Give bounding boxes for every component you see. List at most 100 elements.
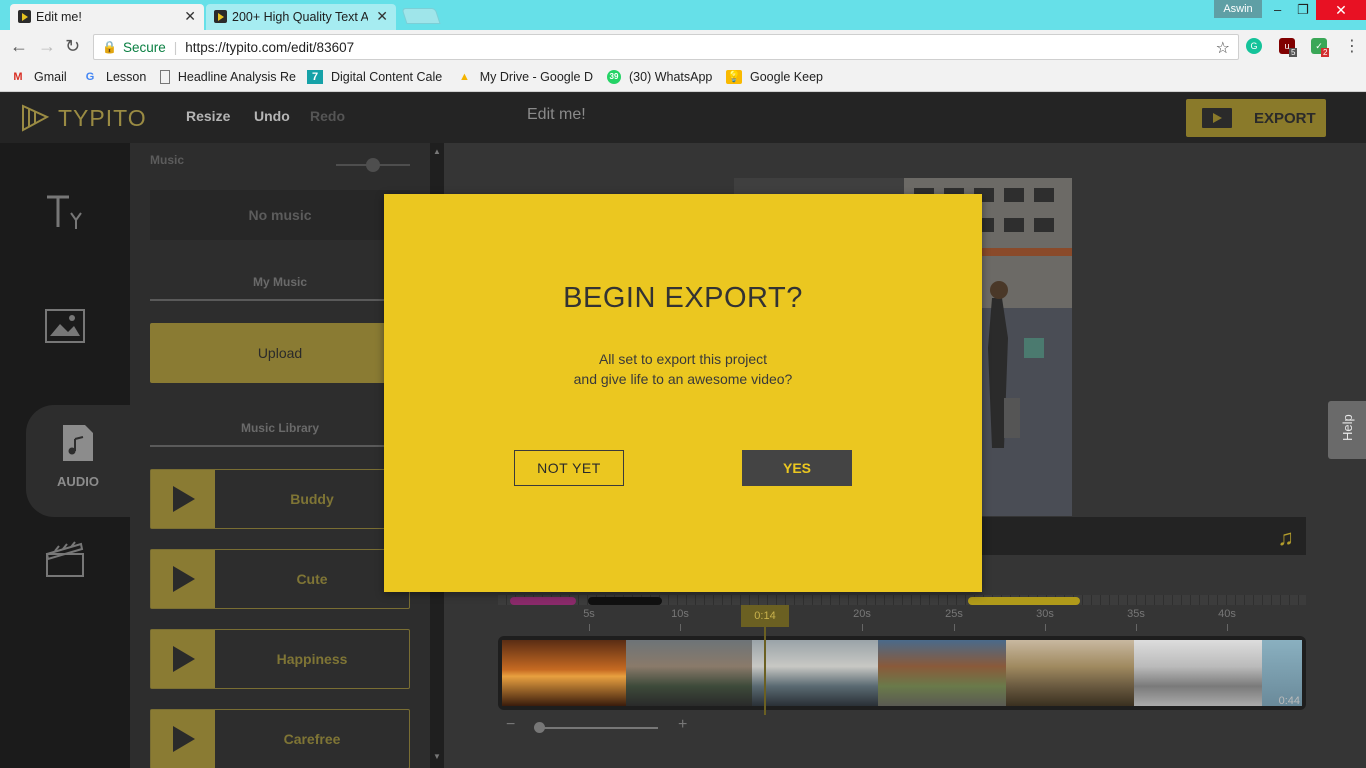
scene-strip[interactable]: 0:44 (498, 636, 1306, 710)
scroll-down-icon[interactable]: ▼ (430, 752, 444, 761)
bookmark-headline[interactable]: Headline Analysis Re (160, 70, 296, 84)
gmail-icon: M (13, 71, 23, 83)
rail-tab-label: AUDIO (57, 474, 99, 489)
bookmark-lesson[interactable]: G Lesson (82, 70, 147, 84)
bookmark-gmail[interactable]: M Gmail (10, 70, 66, 84)
bookmark-keep[interactable]: 💡 Google Keep (726, 70, 823, 84)
yes-button[interactable]: YES (742, 450, 852, 486)
export-dialog: BEGIN EXPORT? All set to export this pro… (384, 194, 982, 592)
minimize-icon[interactable]: – (1274, 2, 1281, 17)
tab-text-animations[interactable]: 200+ High Quality Text A ✕ (206, 4, 396, 30)
play-icon[interactable] (151, 470, 215, 528)
close-tab-icon[interactable]: ✕ (376, 8, 388, 25)
zoom-in-icon[interactable]: + (678, 716, 687, 734)
music-volume-slider[interactable] (336, 158, 410, 172)
scene-thumbnail[interactable] (1134, 640, 1262, 706)
text-segments-bar[interactable] (498, 595, 1306, 605)
typito-logo[interactable]: TYPITO (20, 103, 147, 133)
zoom-out-icon[interactable]: − (506, 716, 515, 734)
scene-thumbnail[interactable] (502, 640, 626, 706)
zoom-slider-track[interactable] (536, 727, 658, 729)
window-close-icon[interactable]: ✕ (1316, 0, 1366, 20)
help-tab[interactable]: Help (1328, 401, 1366, 459)
play-icon[interactable] (151, 630, 215, 688)
rail-tab-audio[interactable]: AUDIO (26, 405, 130, 517)
play-icon[interactable] (151, 710, 215, 768)
secure-label: Secure (122, 39, 166, 55)
music-note-icon[interactable]: ♫ (1278, 525, 1295, 551)
tab-title: Edit me! (36, 10, 82, 24)
rail-tab-image[interactable] (0, 308, 130, 349)
tick-label: 30s (1036, 608, 1054, 620)
google-icon: G (85, 71, 95, 83)
new-tab-button[interactable] (401, 8, 441, 24)
scene-thumbnail[interactable] (752, 640, 878, 706)
scene-thumbnail[interactable] (626, 640, 752, 706)
playhead-time[interactable]: 0:14 (741, 605, 789, 627)
rail-tab-text[interactable] (0, 193, 130, 238)
text-segment[interactable] (968, 597, 1080, 605)
track-carefree[interactable]: Carefree (150, 709, 410, 768)
whatsapp-icon: 39 (607, 70, 621, 84)
project-title[interactable]: Edit me! (527, 106, 586, 124)
bookmark-whatsapp[interactable]: 39 (30) WhatsApp (607, 70, 712, 84)
play-icon[interactable] (151, 550, 215, 608)
zoom-slider-handle[interactable] (534, 722, 545, 733)
url-input[interactable]: 🔒 Secure | https://typito.com/edit/83607… (93, 34, 1239, 60)
text-icon (47, 195, 82, 229)
screen: Edit me! ✕ 200+ High Quality Text A ✕ As… (0, 0, 1366, 768)
bookmark-calendar[interactable]: 7 Digital Content Cale (307, 70, 443, 84)
forward-icon[interactable]: → (38, 36, 56, 57)
close-tab-icon[interactable]: ✕ (184, 8, 196, 25)
tab-edit-me[interactable]: Edit me! ✕ (10, 4, 204, 30)
track-happiness[interactable]: Happiness (150, 629, 410, 689)
tick-label: 20s (853, 608, 871, 620)
address-bar: ← → ↻ 🔒 Secure | https://typito.com/edit… (0, 30, 1366, 64)
text-segment[interactable] (510, 597, 576, 605)
not-yet-button[interactable]: NOT YET (514, 450, 624, 486)
typito-favicon-icon (214, 10, 227, 23)
export-button[interactable]: EXPORT (1186, 99, 1326, 137)
bookmark-star-icon[interactable]: ☆ (1216, 38, 1230, 58)
profile-name[interactable]: Aswin (1214, 0, 1262, 18)
left-rail: AUDIO (0, 143, 130, 768)
rail-tab-scenes[interactable] (0, 538, 130, 583)
reload-icon[interactable]: ↻ (65, 36, 80, 57)
bookmark-drive[interactable]: ▲ My Drive - Google D (457, 70, 593, 84)
music-library-heading: Music Library (150, 421, 410, 447)
bookmark-label: Lesson (106, 70, 147, 84)
audio-track-bar[interactable]: ♫ (982, 517, 1306, 555)
tick-label: 5s (583, 608, 595, 620)
upload-button[interactable]: Upload (150, 323, 410, 383)
track-buddy[interactable]: Buddy (150, 469, 410, 529)
menu-kebab-icon[interactable]: ⋮ (1344, 36, 1360, 56)
tick-mark (954, 624, 955, 631)
extension-badge: 2 (1321, 48, 1330, 57)
dialog-message-line2: and give life to an awesome video? (573, 371, 793, 387)
undo-button[interactable]: Undo (254, 108, 290, 124)
redo-button[interactable]: Redo (310, 108, 345, 124)
track-name: Buddy (290, 491, 334, 507)
volume-slider-handle[interactable] (366, 158, 380, 172)
tick-mark (1045, 624, 1046, 631)
back-icon[interactable]: ← (10, 36, 28, 57)
resize-button[interactable]: Resize (186, 108, 230, 124)
monitor-play-icon (1202, 108, 1232, 128)
audio-icon (63, 425, 93, 461)
page-icon (160, 70, 170, 84)
lock-icon: 🔒 (102, 40, 117, 54)
scene-thumbnail[interactable] (1006, 640, 1134, 706)
scroll-up-icon[interactable]: ▲ (430, 147, 444, 156)
drive-icon: ▲ (458, 71, 470, 83)
divider: | (173, 39, 178, 55)
tick-label: 40s (1218, 608, 1236, 620)
scene-thumbnail[interactable] (878, 640, 1006, 706)
dialog-message-line1: All set to export this project (598, 351, 768, 367)
grammarly-icon[interactable]: G (1246, 38, 1262, 54)
restore-icon[interactable]: ❐ (1297, 2, 1309, 18)
clapper-icon (45, 541, 84, 577)
no-music-option[interactable]: No music (150, 190, 410, 240)
image-icon (45, 309, 85, 343)
track-cute[interactable]: Cute (150, 549, 410, 609)
text-segment[interactable] (588, 597, 662, 605)
